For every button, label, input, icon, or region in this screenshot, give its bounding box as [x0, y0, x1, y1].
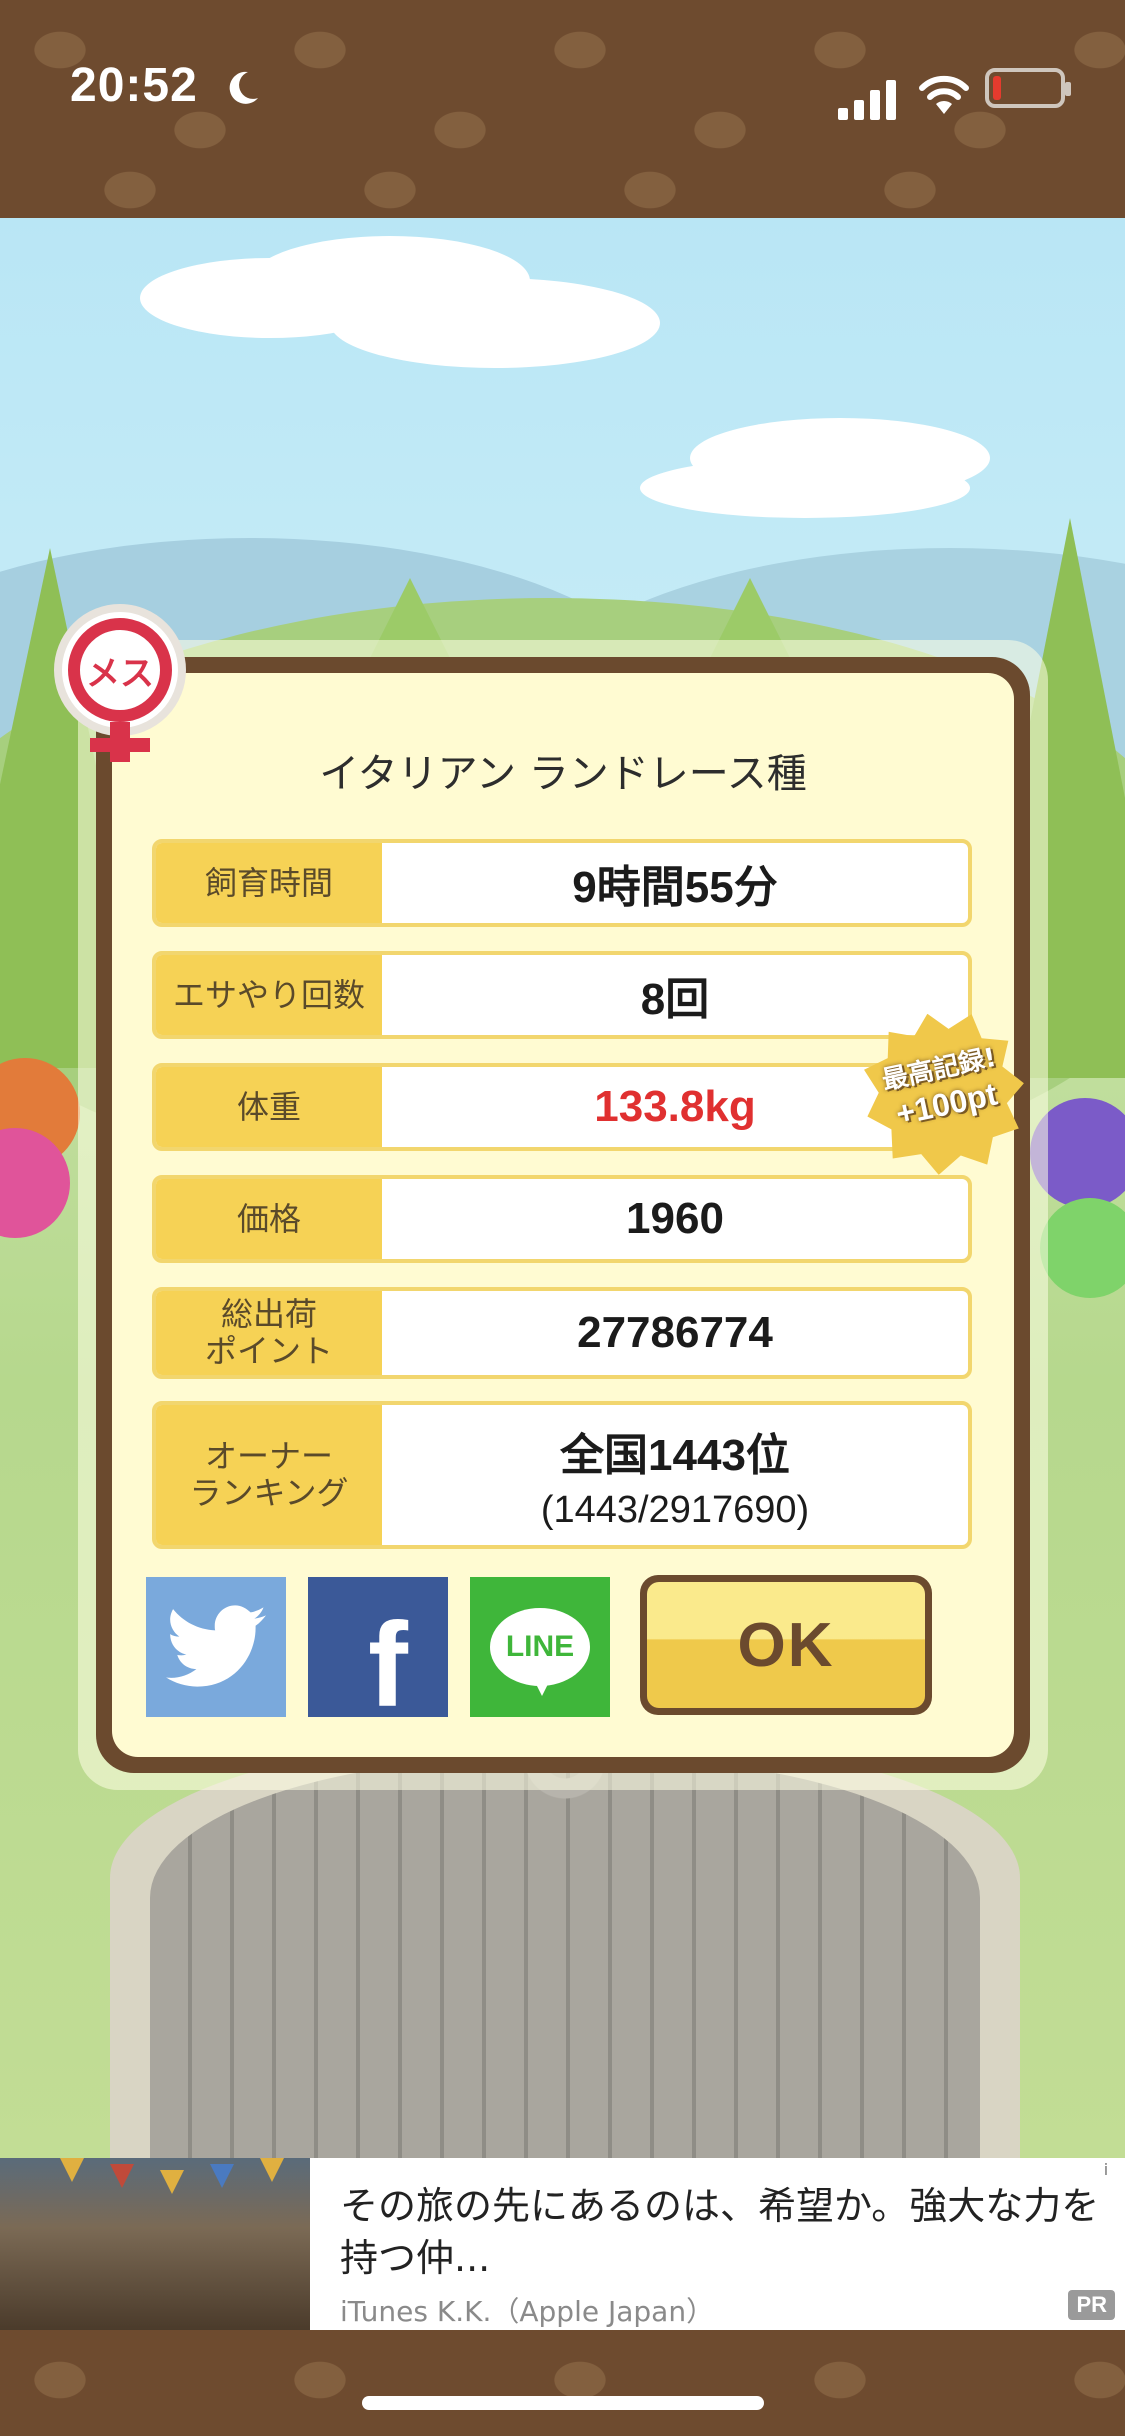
stat-label: オーナー ランキング — [156, 1405, 382, 1545]
facebook-share-button[interactable]: f — [308, 1577, 448, 1732]
line-label: LINE — [505, 1630, 575, 1663]
result-dialog: イタリアン ランドレース種 飼育時間 9時間55分 エサやり回数 8回 体重 1… — [96, 657, 1030, 1773]
stat-row-shipping-points: 総出荷 ポイント 27786774 — [152, 1287, 972, 1379]
breed-title: イタリアン ランドレース種 — [319, 751, 807, 797]
stat-label: エサやり回数 — [156, 955, 382, 1035]
stat-value: 1960 — [626, 1194, 724, 1243]
stat-row-price: 価格 1960 — [152, 1175, 972, 1263]
facebook-icon: f — [368, 1598, 408, 1732]
twitter-icon — [166, 1605, 266, 1687]
record-badge: 最高記録! +100pt — [849, 997, 1039, 1187]
line-icon: LINE — [490, 1608, 590, 1696]
line-share-button[interactable]: LINE — [470, 1577, 610, 1717]
signal-icon — [838, 80, 896, 120]
stat-row-raising-time: 飼育時間 9時間55分 — [152, 839, 972, 927]
stat-row-owner-ranking: オーナー ランキング 全国1443位 (1443/2917690) — [152, 1401, 972, 1549]
twitter-share-button[interactable] — [146, 1577, 286, 1717]
ranking-national: 全国1443位 — [560, 1430, 790, 1480]
moon-icon — [229, 71, 258, 104]
stat-label: 飼育時間 — [156, 843, 382, 923]
battery-icon — [985, 68, 1071, 108]
female-label: メス — [86, 653, 154, 694]
ad-banner[interactable]: その旅の先にあるのは、希望か。強大な力を持つ仲... iTunes K.K.（A… — [0, 2158, 1125, 2332]
stat-label: 価格 — [156, 1179, 382, 1259]
female-badge: メス — [54, 604, 186, 764]
stat-value: 9時間55分 — [572, 863, 778, 912]
ranking-value: 全国1443位 (1443/2917690) — [382, 1405, 968, 1545]
ad-pr-badge: PR — [1068, 2290, 1115, 2320]
ad-headline[interactable]: その旅の先にあるのは、希望か。強大な力を持つ仲... — [340, 2180, 1100, 2284]
stat-row-feed-count: エサやり回数 8回 — [152, 951, 972, 1039]
ok-button[interactable]: OK — [640, 1575, 932, 1715]
stat-label: 総出荷 ポイント — [156, 1291, 382, 1375]
battery-level — [993, 76, 1001, 100]
stat-label: 体重 — [156, 1067, 382, 1147]
ok-label: OK — [737, 1610, 835, 1680]
ad-source: iTunes K.K.（Apple Japan） — [340, 2295, 715, 2328]
ad-info-icon[interactable]: i — [1095, 2160, 1117, 2182]
bottom-bar — [0, 2330, 1125, 2436]
wifi-icon — [919, 75, 969, 114]
stat-row-weight: 体重 133.8kg — [152, 1063, 972, 1151]
ad-image[interactable] — [0, 2158, 310, 2332]
home-indicator[interactable] — [362, 2396, 764, 2410]
status-time: 20:52 — [70, 59, 198, 112]
stat-value: 27786774 — [577, 1308, 773, 1357]
ranking-detail: (1443/2917690) — [540, 1488, 810, 1531]
cobblestone-road — [150, 1758, 980, 2158]
